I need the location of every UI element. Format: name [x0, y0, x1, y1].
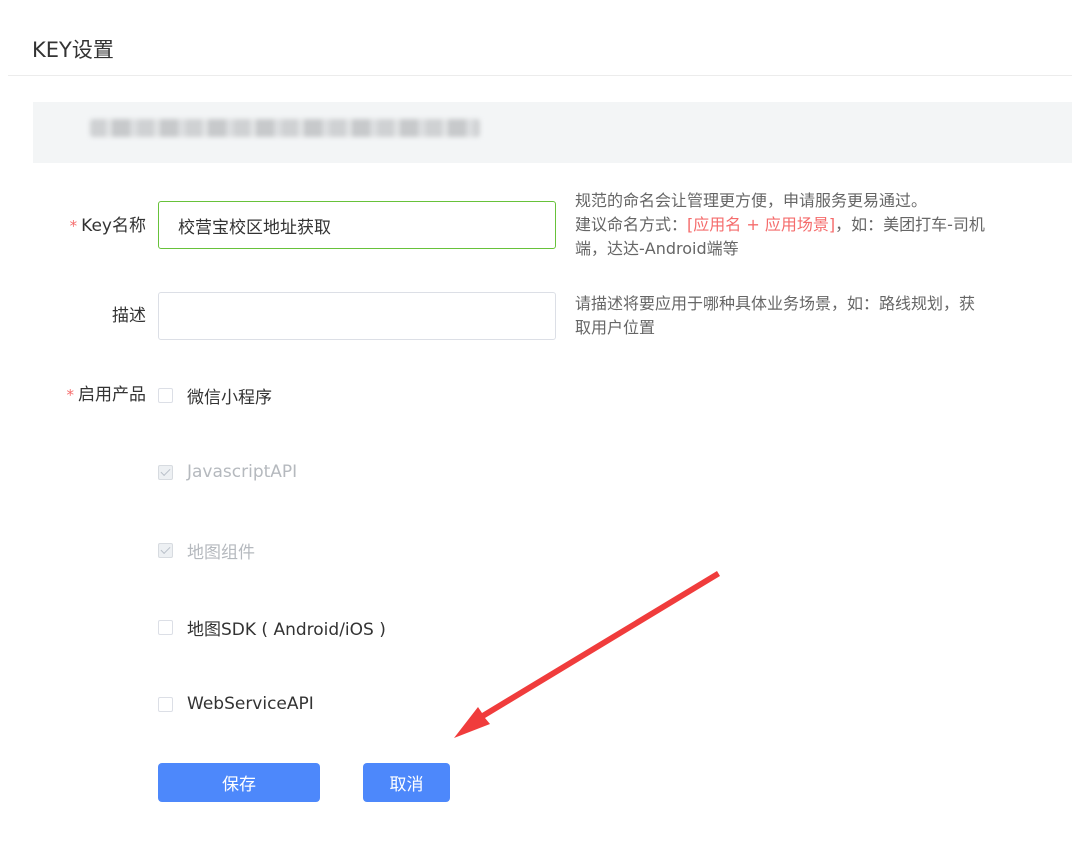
product-option-wechat-miniprogram[interactable]: 微信小程序 — [158, 383, 272, 408]
description-hint-line1: 请描述将要应用于哪种具体业务场景，如：路线规划，获 — [575, 294, 976, 313]
product-option-javascriptapi: JavascriptAPI — [158, 460, 297, 484]
required-mark: * — [69, 217, 78, 235]
description-hint: 请描述将要应用于哪种具体业务场景，如：路线规划，获 取用户位置 — [575, 292, 1020, 340]
key-name-hint-line3: 端，达达-Android端等 — [575, 239, 739, 258]
annotation-arrow-shape — [454, 571, 720, 738]
checkbox-checked-disabled — [158, 464, 173, 480]
key-name-hint-line2: 建议命名方式：[应用名 + 应用场景]，如：美团打车-司机 — [575, 213, 1020, 237]
key-name-label: * Key名称 — [0, 214, 146, 238]
product-option-webserviceapi[interactable]: WebServiceAPI — [158, 692, 314, 716]
checkmark-icon — [160, 543, 171, 554]
required-mark: * — [66, 386, 75, 404]
product-option-label: JavascriptAPI — [187, 462, 298, 482]
checkbox-checked-disabled — [158, 542, 173, 558]
checkbox[interactable] — [158, 387, 173, 403]
info-banner — [33, 102, 1072, 163]
key-name-hint-prefix: 建议命名方式： — [575, 215, 688, 234]
product-option-label: 地图SDK ( Android/iOS ) — [187, 619, 386, 640]
product-option-label: 微信小程序 — [187, 387, 272, 408]
key-name-label-text: Key名称 — [81, 216, 146, 236]
checkbox[interactable] — [158, 696, 173, 712]
products-label: * 启用产品 — [0, 383, 147, 407]
key-name-hint-line1: 规范的命名会让管理更方便，申请服务更易通过。 — [575, 191, 928, 210]
key-name-hint-suffix: ，如：美团打车-司机 — [835, 215, 985, 234]
checkmark-icon — [160, 465, 171, 476]
key-name-hint: 规范的命名会让管理更方便，申请服务更易通过。 建议命名方式：[应用名 + 应用场… — [575, 189, 1020, 261]
description-label: 描述 — [112, 306, 146, 326]
product-option-label: 地图组件 — [187, 542, 255, 563]
description-input[interactable] — [158, 292, 556, 340]
title-divider — [8, 75, 1072, 76]
product-option-label: WebServiceAPI — [187, 694, 314, 714]
cancel-button[interactable]: 取消 — [363, 763, 450, 802]
blurred-info-text — [90, 119, 480, 137]
product-option-map-sdk[interactable]: 地图SDK ( Android/iOS ) — [158, 615, 386, 640]
key-name-hint-highlight: [应用名 + 应用场景] — [687, 215, 836, 234]
save-button[interactable]: 保存 — [158, 763, 320, 802]
product-option-map-component: 地图组件 — [158, 538, 255, 563]
key-name-input[interactable] — [158, 201, 556, 249]
products-label-text: 启用产品 — [78, 385, 146, 405]
checkbox[interactable] — [158, 619, 173, 635]
description-hint-line2: 取用户位置 — [575, 318, 656, 337]
page-title: KEY设置 — [32, 38, 114, 62]
